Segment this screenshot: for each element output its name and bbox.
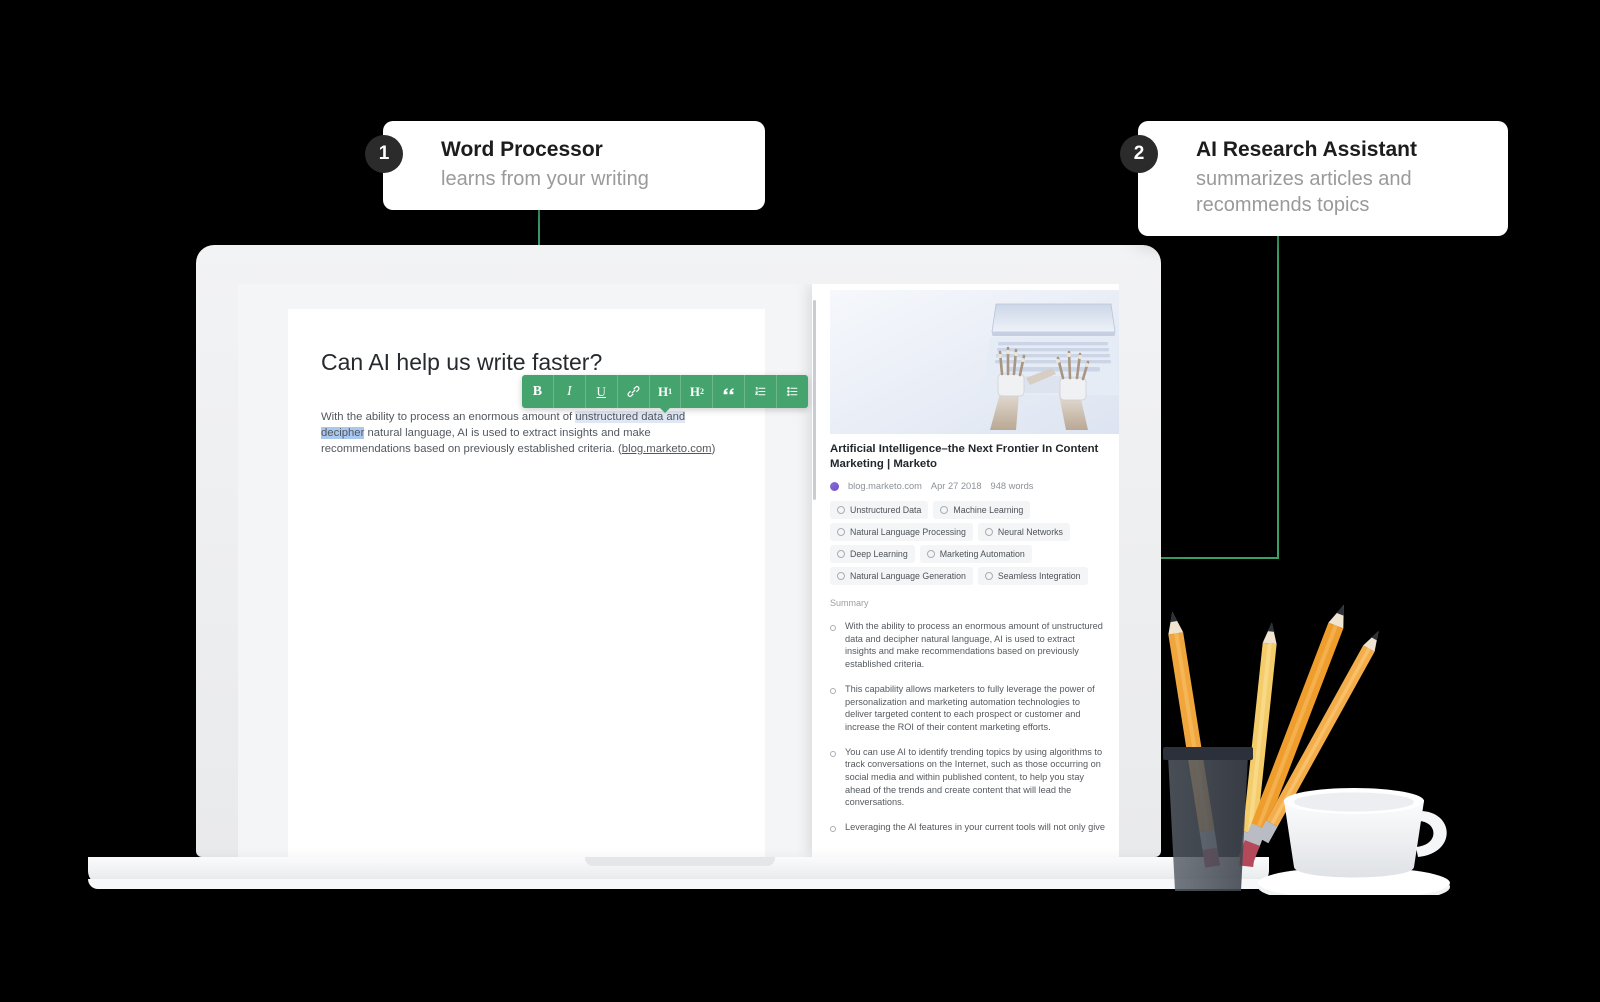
summary-text: With the ability to process an enormous … <box>845 621 1103 670</box>
tag-chip[interactable]: Seamless Integration <box>977 567 1088 585</box>
bullet-dot-icon <box>830 826 836 833</box>
article-details: Artificial Intelligence–the Next Frontie… <box>830 442 1105 834</box>
tag-radio-icon <box>837 528 845 536</box>
h2-label: H <box>689 383 700 399</box>
tag-radio-icon <box>837 572 845 580</box>
article-hero-image <box>830 290 1119 434</box>
pencils-and-coffee-illustration <box>1163 604 1450 904</box>
h2-sup: 2 <box>699 387 704 396</box>
selection-strong: decipher <box>321 427 365 439</box>
robot-hands-laptop-illustration <box>830 290 1119 434</box>
tag-label: Seamless Integration <box>997 571 1081 581</box>
source-favicon-icon <box>830 481 839 491</box>
summary-bullet: This capability allows marketers to full… <box>830 683 1105 734</box>
tag-chip[interactable]: Deep Learning <box>830 545 915 563</box>
tag-radio-icon <box>926 550 935 558</box>
tag-chip[interactable]: Natural Language Processing <box>830 523 973 541</box>
card-scrollbar[interactable] <box>813 300 816 500</box>
bold-button[interactable]: B <box>522 375 554 408</box>
callout-subtitle-1: learns from your writing <box>441 168 649 191</box>
bullet-dot-icon <box>830 687 836 694</box>
callout-badge-1: 1 <box>365 135 403 173</box>
tag-radio-icon <box>984 572 993 580</box>
scene: Can AI help us write faster? With the ab… <box>0 0 1600 1002</box>
h1-sup: 1 <box>668 387 673 396</box>
bullet-dot-icon <box>830 625 836 631</box>
document-body-text-2: natural language, AI is used to extract … <box>321 427 651 455</box>
desk-objects <box>1130 595 1470 904</box>
tag-label: Marketing Automation <box>939 549 1025 559</box>
summary-text: You can use AI to identify trending topi… <box>845 746 1103 808</box>
heading-2-button[interactable]: H2 <box>681 375 714 408</box>
tag-chip[interactable]: Machine Learning <box>933 501 1031 519</box>
document-body-text-1: With the ability to process an enormous … <box>321 411 576 423</box>
callout-subtitle-2: summarizes articles and recommends topic… <box>1196 168 1412 217</box>
connector-line-2-vertical <box>1277 218 1279 558</box>
laptop-foot <box>88 879 1269 889</box>
italic-button[interactable]: I <box>554 375 586 408</box>
callout-word-processor: 1 Word Processor learns from your writin… <box>365 121 765 211</box>
tag-radio-icon <box>940 506 949 514</box>
callout-title-1: Word Processor <box>441 138 603 161</box>
article-tag-list: Unstructured Data Machine Learning Natur… <box>830 501 1105 585</box>
underline-button[interactable]: U <box>586 375 618 408</box>
summary-bullet: You can use AI to identify trending topi… <box>830 746 1105 810</box>
document-source-link[interactable]: blog.marketo.com <box>622 443 712 455</box>
tag-label: Natural Language Generation <box>850 571 966 581</box>
bullet-list-icon[interactable] <box>777 375 808 408</box>
link-icon[interactable] <box>618 375 650 408</box>
document-body[interactable]: With the ability to process an enormous … <box>321 409 721 457</box>
tag-radio-icon <box>837 506 845 514</box>
tag-label: Natural Language Processing <box>850 527 966 537</box>
summary-label: Summary <box>830 598 869 608</box>
tag-chip[interactable]: Neural Networks <box>977 523 1070 541</box>
callout-title-2: AI Research Assistant <box>1196 138 1417 161</box>
document-body-text-3: ) <box>711 443 716 455</box>
tag-label: Neural Networks <box>997 527 1063 537</box>
article-title[interactable]: Artificial Intelligence–the Next Frontie… <box>830 442 1105 472</box>
callout-badge-2: 2 <box>1120 135 1158 173</box>
heading-1-button[interactable]: H1 <box>650 375 682 408</box>
summary-bullet: With the ability to process an enormous … <box>830 620 1105 671</box>
formatting-toolbar: B I U H1 H2 <box>522 375 808 408</box>
summary-text: This capability allows marketers to full… <box>845 683 1095 732</box>
summary-text: Leveraging the AI features in your curre… <box>845 822 1105 833</box>
toolbar-pointer <box>658 406 672 413</box>
tag-label: Machine Learning <box>953 505 1024 515</box>
callout-ai-research-assistant: 2 AI Research Assistant summarizes artic… <box>1120 121 1508 237</box>
ordered-list-icon[interactable] <box>745 375 778 408</box>
tag-radio-icon <box>837 550 845 558</box>
tag-label: Deep Learning <box>850 549 908 559</box>
tag-chip[interactable]: Natural Language Generation <box>830 567 973 585</box>
tag-label: Unstructured Data <box>850 505 922 515</box>
document-title: Can AI help us write faster? <box>321 349 603 375</box>
article-word-count: 948 words <box>990 481 1034 491</box>
research-assistant-card: Artificial Intelligence–the Next Frontie… <box>812 284 1119 857</box>
summary-bullet: Leveraging the AI features in your curre… <box>830 821 1105 834</box>
laptop-notch <box>585 857 775 866</box>
bullet-dot-icon <box>830 750 836 757</box>
article-date: Apr 27 2018 <box>930 481 982 491</box>
tag-chip[interactable]: Marketing Automation <box>919 545 1032 563</box>
h1-label: H <box>657 383 669 399</box>
tag-radio-icon <box>984 528 993 536</box>
blockquote-icon[interactable] <box>713 375 746 408</box>
article-meta: blog.marketo.com Apr 27 2018 948 words <box>830 481 1105 491</box>
tag-chip[interactable]: Unstructured Data <box>830 501 929 519</box>
article-source: blog.marketo.com <box>848 481 922 491</box>
laptop-screen: Can AI help us write faster? With the ab… <box>238 284 1119 857</box>
